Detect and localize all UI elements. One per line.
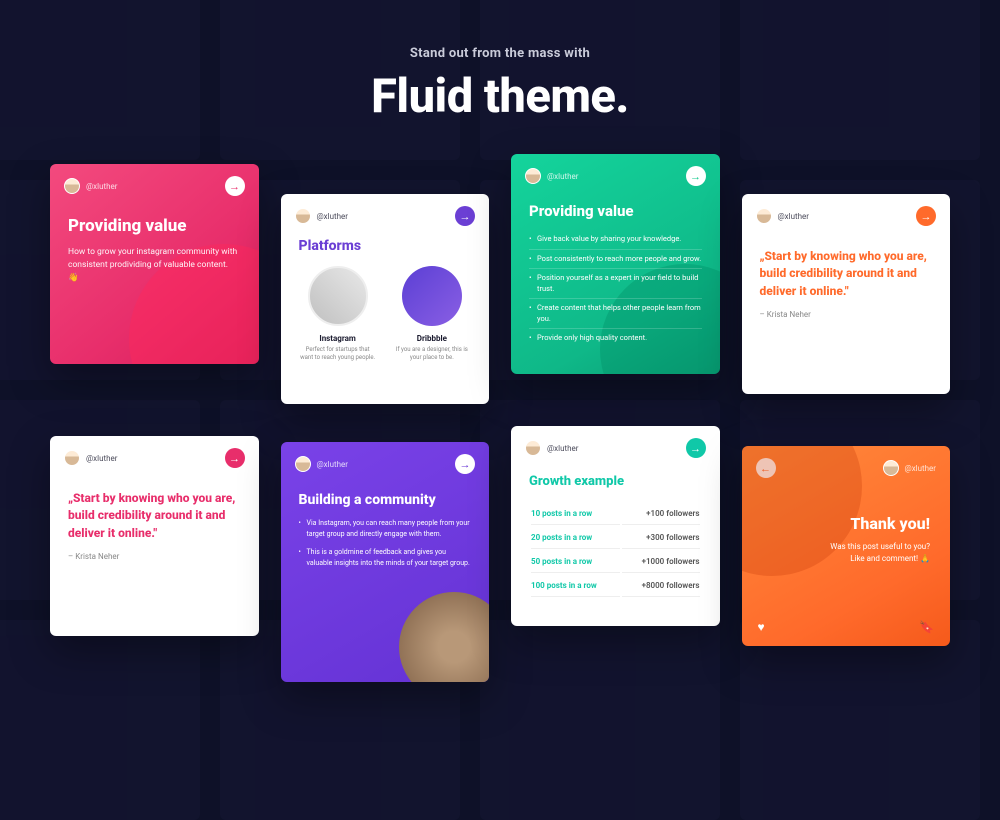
card-title: Growth example	[529, 474, 702, 489]
list-item: Via Instagram, you can reach many people…	[299, 518, 472, 539]
heart-icon[interactable]: ♥	[758, 620, 765, 634]
card-platforms[interactable]: @xluther → Platforms Instagram Perfect f…	[281, 194, 490, 404]
arrow-right-icon[interactable]: →	[225, 448, 245, 468]
list-item: Position yourself as a expert in your fi…	[529, 269, 702, 299]
card-grid: @xluther → Providing value How to grow y…	[50, 164, 950, 682]
handle: @xluther	[86, 182, 117, 191]
quote-author: – Krista Neher	[760, 310, 933, 319]
instagram-icon	[308, 266, 368, 326]
arrow-right-icon[interactable]: →	[225, 176, 245, 196]
arrow-right-icon[interactable]: →	[686, 166, 706, 186]
value-list: Give back value by sharing your knowledg…	[529, 230, 702, 348]
avatar	[883, 460, 899, 476]
handle: @xluther	[547, 444, 578, 453]
growth-table: 10 posts in a row+100 followers 20 posts…	[529, 501, 702, 599]
list-item: Give back value by sharing your knowledg…	[529, 230, 702, 250]
handle: @xluther	[86, 454, 117, 463]
card-providing-value-green[interactable]: @xluther → Providing value Give back val…	[511, 154, 720, 374]
avatar	[525, 440, 541, 456]
handle: @xluther	[317, 212, 348, 221]
table-row: 100 posts in a row+8000 followers	[531, 575, 700, 597]
list-item: Provide only high quality content.	[529, 329, 702, 348]
card-growth-example[interactable]: @xluther → Growth example 10 posts in a …	[511, 426, 720, 626]
card-quote-orange[interactable]: @xluther → „Start by knowing who you are…	[742, 194, 951, 394]
dribbble-icon	[402, 266, 462, 326]
arrow-right-icon[interactable]: →	[455, 454, 475, 474]
arrow-right-icon[interactable]: →	[686, 438, 706, 458]
card-title: Providing value	[68, 216, 241, 236]
quote-author: – Krista Neher	[68, 552, 241, 561]
card-title: Thank you!	[762, 514, 931, 533]
table-row: 20 posts in a row+300 followers	[531, 527, 700, 549]
table-row: 50 posts in a row+1000 followers	[531, 551, 700, 573]
card-thank-you[interactable]: @xluther ← Thank you! Was this post usef…	[742, 446, 951, 646]
hero-header: Stand out from the mass with Fluid theme…	[0, 0, 1000, 124]
quote-text: „Start by knowing who you are, build cre…	[760, 248, 933, 300]
list-item: Create content that helps other people l…	[529, 299, 702, 329]
card-providing-value-pink[interactable]: @xluther → Providing value How to grow y…	[50, 164, 259, 364]
crowd-image	[399, 592, 489, 682]
arrow-right-icon[interactable]: →	[455, 206, 475, 226]
list-item: This is a goldmine of feedback and gives…	[299, 547, 472, 568]
platform-dribbble: Dribbble If you are a designer, this is …	[393, 266, 471, 362]
arrow-left-icon[interactable]: ←	[756, 458, 776, 478]
card-title: Building a community	[299, 492, 472, 508]
quote-text: „Start by knowing who you are, build cre…	[68, 490, 241, 542]
card-building-community[interactable]: @xluther → Building a community Via Inst…	[281, 442, 490, 682]
card-title: Platforms	[299, 238, 472, 254]
bookmark-icon[interactable]: 🔖	[919, 620, 934, 634]
avatar	[295, 208, 311, 224]
card-body-2: Like and comment! 🙏	[762, 553, 931, 565]
list-item: Post consistently to reach more people a…	[529, 250, 702, 270]
card-title: Providing value	[529, 202, 702, 220]
avatar	[64, 450, 80, 466]
arrow-right-icon[interactable]: →	[916, 206, 936, 226]
hero-subtitle: Stand out from the mass with	[0, 46, 1000, 61]
card-body: How to grow your instagram community wit…	[68, 246, 241, 286]
table-row: 10 posts in a row+100 followers	[531, 503, 700, 525]
handle: @xluther	[905, 464, 936, 473]
hero-title: Fluid theme.	[0, 69, 1000, 124]
avatar	[64, 178, 80, 194]
handle: @xluther	[778, 212, 809, 221]
card-quote-pink[interactable]: @xluther → „Start by knowing who you are…	[50, 436, 259, 636]
handle: @xluther	[547, 172, 578, 181]
platform-instagram: Instagram Perfect for startups that want…	[299, 266, 377, 362]
community-list: Via Instagram, you can reach many people…	[299, 518, 472, 568]
avatar	[525, 168, 541, 184]
avatar	[295, 456, 311, 472]
card-body-1: Was this post useful to you?	[762, 541, 931, 553]
avatar	[756, 208, 772, 224]
handle: @xluther	[317, 460, 348, 469]
